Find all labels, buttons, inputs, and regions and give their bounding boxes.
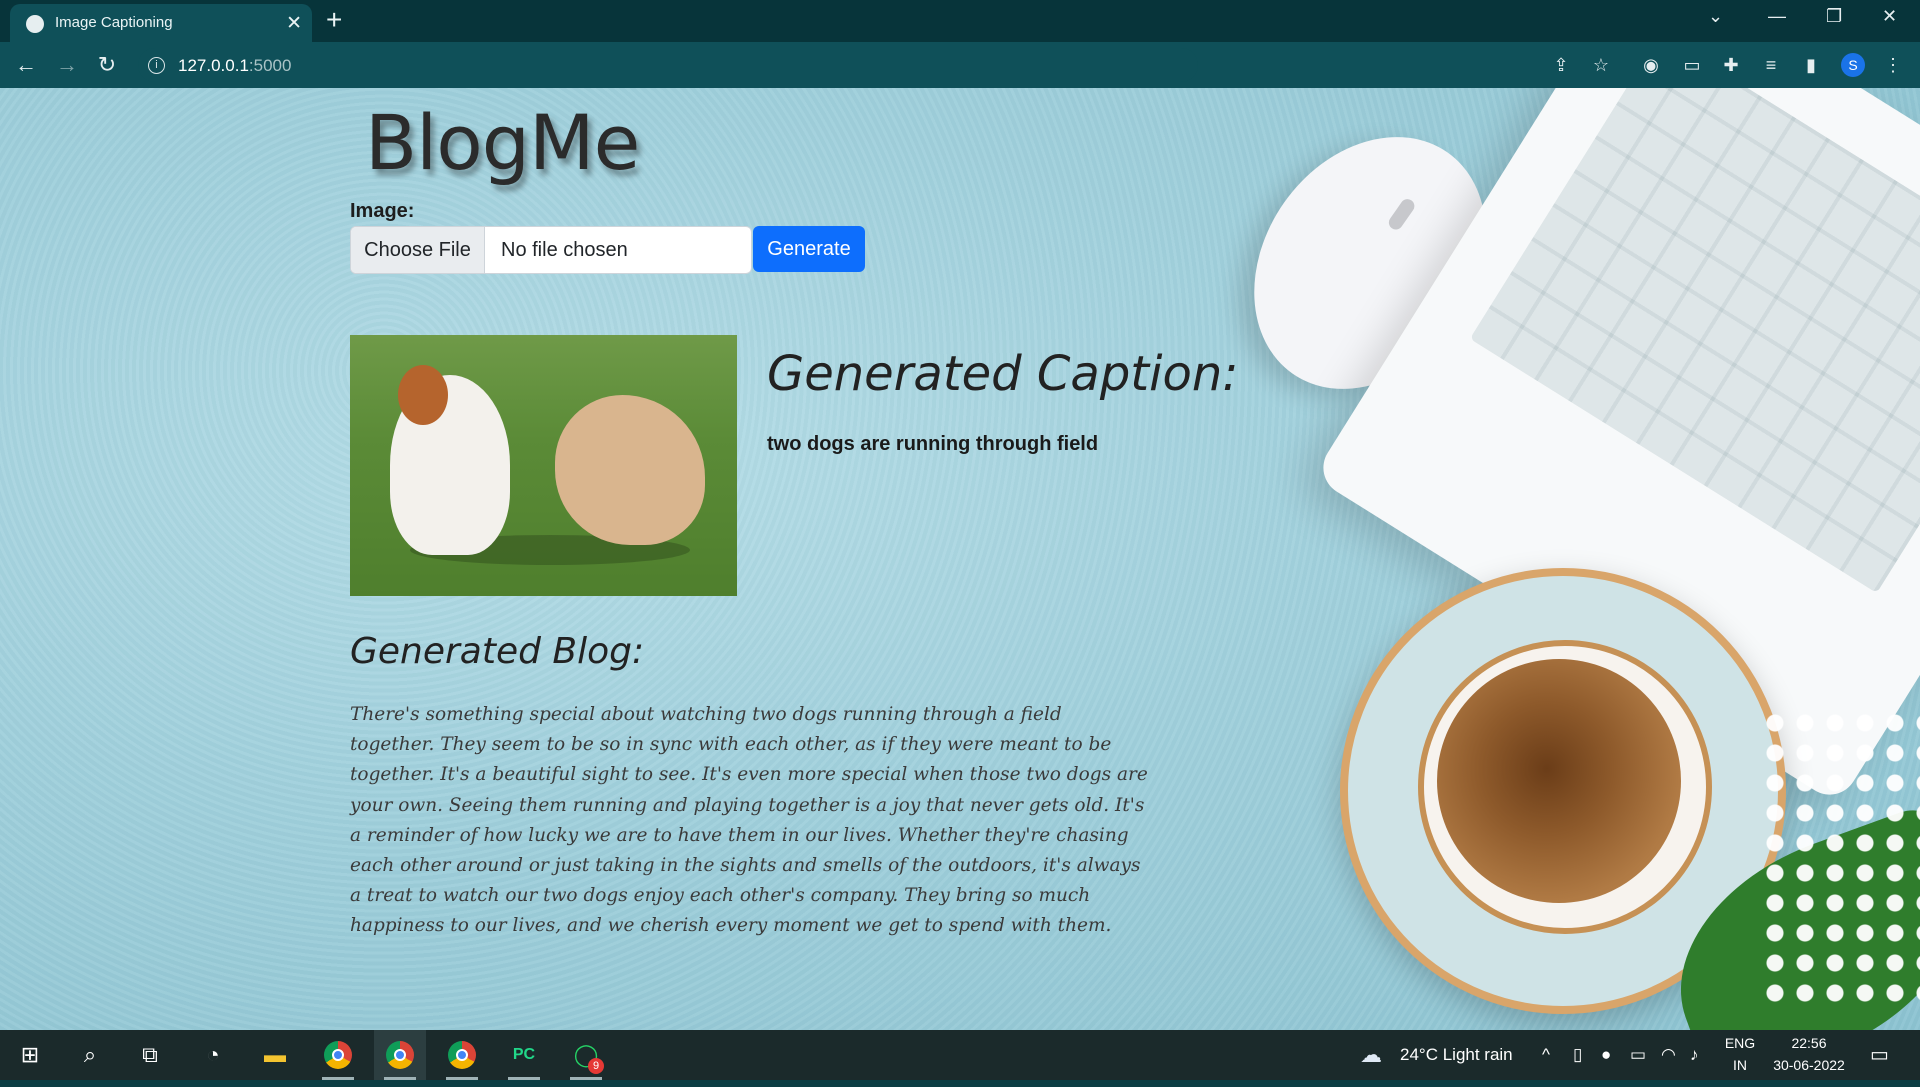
tab-title: Image Captioning bbox=[55, 14, 173, 31]
decorative-coffee-image bbox=[1437, 659, 1681, 903]
menu-kebab-icon[interactable]: ⋮ bbox=[1882, 54, 1904, 76]
whatsapp-badge: 9 bbox=[588, 1058, 604, 1074]
microphone-icon[interactable]: ● bbox=[1601, 1030, 1611, 1080]
browser-titlebar: Image Captioning ✕ + ⌄ — ❐ ✕ bbox=[0, 0, 1920, 42]
uploaded-dogs-image bbox=[350, 335, 737, 596]
reload-icon[interactable]: ↻ bbox=[93, 51, 121, 79]
dog-left-ear bbox=[398, 365, 448, 425]
search-icon[interactable]: ⌕ bbox=[64, 1030, 116, 1080]
restore-icon[interactable]: ❐ bbox=[1826, 6, 1842, 27]
blog-text: There's something special about watching… bbox=[350, 704, 1148, 937]
weather-cloud-icon: ☁ bbox=[1360, 1042, 1382, 1067]
chrome-logo bbox=[324, 1041, 352, 1069]
task-view-icon[interactable]: ⧉ bbox=[124, 1030, 176, 1080]
weather-text[interactable]: 24°C Light rain bbox=[1400, 1030, 1513, 1080]
extensions-puzzle-icon[interactable]: ✚ bbox=[1720, 54, 1742, 76]
choose-file-button[interactable]: Choose File bbox=[351, 227, 485, 273]
whatsapp-icon[interactable]: ◯ 9 bbox=[560, 1030, 612, 1080]
windows-start-icon[interactable]: ⊞ bbox=[4, 1030, 56, 1080]
site-logo-title: BlogMe bbox=[365, 98, 640, 187]
bookmark-star-icon[interactable]: ☆ bbox=[1590, 54, 1612, 76]
close-window-icon[interactable]: ✕ bbox=[1882, 6, 1897, 27]
device-icon[interactable]: ▯ bbox=[1573, 1030, 1582, 1080]
url-text: 127.0.0.1:5000 bbox=[178, 56, 291, 76]
language-region[interactable]: IN bbox=[1720, 1057, 1760, 1073]
info-icon[interactable]: i bbox=[148, 57, 165, 74]
chrome-logo bbox=[448, 1041, 476, 1069]
chrome-profile-s-icon[interactable] bbox=[374, 1030, 426, 1080]
wifi-icon[interactable]: ◠ bbox=[1661, 1030, 1676, 1080]
media-queue-icon[interactable]: ≡ bbox=[1760, 54, 1782, 76]
mouse-wheel bbox=[1386, 196, 1418, 233]
chrome-profile-a-icon[interactable] bbox=[436, 1030, 488, 1080]
tab-search-icon[interactable]: ⌄ bbox=[1708, 6, 1723, 27]
dog-left bbox=[390, 365, 510, 555]
file-status-text: No file chosen bbox=[501, 239, 628, 261]
timer-app-icon[interactable]: ◔ bbox=[187, 1030, 239, 1080]
notifications-icon[interactable]: ▭ bbox=[1870, 1030, 1889, 1080]
browser-toolbar: ← → ↻ i 127.0.0.1:5000 ⇪ ☆ ◉ ▭ ✚ ≡ ▮ S ⋮ bbox=[0, 42, 1920, 88]
image-label: Image: bbox=[350, 200, 415, 222]
generate-button[interactable]: Generate bbox=[753, 226, 865, 272]
caption-heading: Generated Caption: bbox=[767, 346, 1239, 402]
extension-face-icon[interactable]: ◉ bbox=[1640, 54, 1662, 76]
profile-avatar[interactable]: S bbox=[1841, 53, 1865, 77]
language-code[interactable]: ENG bbox=[1720, 1035, 1760, 1051]
minimize-icon[interactable]: — bbox=[1768, 6, 1786, 27]
file-input[interactable]: Choose File No file chosen bbox=[350, 226, 752, 274]
clock-time[interactable]: 22:56 bbox=[1764, 1035, 1854, 1051]
new-tab-button[interactable]: + bbox=[326, 6, 342, 34]
address-bar[interactable]: i 127.0.0.1:5000 bbox=[138, 48, 1198, 82]
battery-icon[interactable]: ▭ bbox=[1630, 1030, 1646, 1080]
url-host: 127.0.0.1 bbox=[178, 56, 249, 75]
caption-text: two dogs are running through field bbox=[767, 433, 1099, 455]
volume-icon[interactable]: ♪ bbox=[1690, 1030, 1699, 1080]
clock-date[interactable]: 30-06-2022 bbox=[1764, 1057, 1854, 1073]
side-panel-icon[interactable]: ▮ bbox=[1800, 54, 1822, 76]
show-hidden-icons-chevron[interactable]: ^ bbox=[1542, 1030, 1550, 1080]
dog-right bbox=[555, 395, 705, 545]
share-icon[interactable]: ⇪ bbox=[1550, 54, 1572, 76]
close-tab-icon[interactable]: ✕ bbox=[286, 12, 302, 35]
extension-battery-icon[interactable]: ▭ bbox=[1681, 54, 1703, 76]
back-arrow-icon[interactable]: ← bbox=[12, 51, 40, 79]
windows-taskbar: ⊞ ⌕ ⧉ ◔ ▬ PC ◯ 9 ☁ 24°C Light rain ^ ▯ ● … bbox=[0, 1030, 1920, 1080]
page-background: BlogMe Image: Choose File No file chosen… bbox=[0, 88, 1920, 1030]
chrome-logo bbox=[386, 1041, 414, 1069]
forward-arrow-icon[interactable]: → bbox=[53, 51, 81, 79]
decorative-flowers-image bbox=[1760, 708, 1920, 1008]
laptop-keyboard bbox=[1469, 88, 1920, 594]
url-port: :5000 bbox=[248, 56, 292, 75]
tab-image-captioning[interactable]: Image Captioning ✕ bbox=[10, 4, 312, 42]
file-explorer-icon[interactable]: ▬ bbox=[249, 1030, 301, 1080]
blog-heading: Generated Blog: bbox=[350, 631, 645, 672]
chrome-icon[interactable] bbox=[312, 1030, 364, 1080]
pycharm-icon[interactable]: PC bbox=[498, 1030, 550, 1080]
globe-icon bbox=[26, 15, 44, 33]
